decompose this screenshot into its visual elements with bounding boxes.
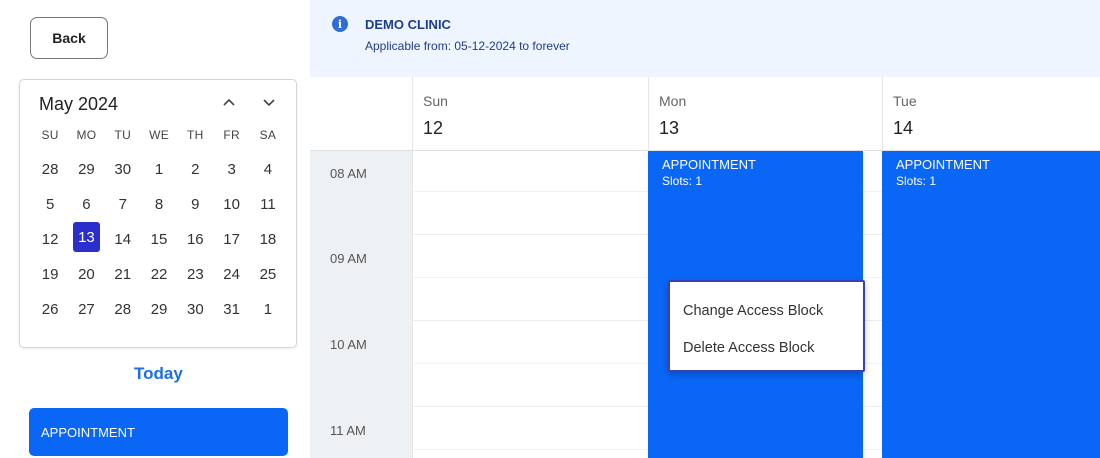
chevron-down-icon[interactable] <box>262 94 276 110</box>
calendar-day[interactable]: 28 <box>105 292 141 327</box>
time-label: 10 AM <box>330 337 367 352</box>
calendar-day[interactable]: 26 <box>32 292 68 327</box>
weekday-header: FR <box>223 128 240 142</box>
calendar-day[interactable]: 6 <box>68 187 104 222</box>
calendar-day[interactable]: 25 <box>250 257 286 292</box>
time-label: 11 AM <box>330 423 366 438</box>
day-name: Mon <box>659 93 687 109</box>
calendar-day-selected[interactable]: 13 <box>72 222 100 252</box>
calendar-day[interactable]: 15 <box>141 222 177 257</box>
calendar-day[interactable]: 29 <box>141 292 177 327</box>
calendar-week-row: 5 6 7 8 9 10 11 <box>32 187 286 222</box>
calendar-week-row: 12 13 14 15 16 17 18 <box>32 222 286 257</box>
sidebar: Back May 2024 SU MO TU WE TH FR SA 28 29 <box>0 0 310 458</box>
calendar-day[interactable]: 5 <box>32 187 68 222</box>
calendar-day[interactable]: 4 <box>250 152 286 187</box>
back-button[interactable]: Back <box>30 17 108 59</box>
day-name: Tue <box>893 93 917 109</box>
calendar-day[interactable]: 9 <box>177 187 213 222</box>
appointment-type-button[interactable]: APPOINTMENT <box>29 408 288 456</box>
calendar-day[interactable]: 30 <box>105 152 141 187</box>
appointment-block-tue[interactable]: APPOINTMENT Slots: 1 <box>882 151 1100 458</box>
today-button[interactable]: Today <box>134 364 183 384</box>
calendar-day[interactable]: 7 <box>105 187 141 222</box>
time-label: 08 AM <box>330 166 367 181</box>
calendar-week-row: 19 20 21 22 23 24 25 <box>32 257 286 292</box>
weekday-header: SA <box>259 128 277 142</box>
weekday-header: TH <box>187 128 204 142</box>
applicable-range: Applicable from: 05-12-2024 to forever <box>365 39 570 53</box>
day-header-sun[interactable]: Sun 12 <box>412 77 648 151</box>
calendar-day[interactable]: 16 <box>177 222 213 257</box>
time-column-header <box>310 77 412 151</box>
day-name: Sun <box>423 93 448 109</box>
block-title: APPOINTMENT <box>662 157 756 172</box>
calendar-weeks: 28 29 30 1 2 3 4 5 6 7 8 9 10 11 12 13 1… <box>32 152 286 327</box>
calendar-day[interactable]: 21 <box>105 257 141 292</box>
day-number: 14 <box>893 118 914 138</box>
calendar-week-row: 26 27 28 29 30 31 1 <box>32 292 286 327</box>
calendar-day[interactable]: 30 <box>177 292 213 327</box>
calendar-day[interactable]: 3 <box>213 152 249 187</box>
delete-access-block-item[interactable]: Delete Access Block <box>683 340 814 356</box>
block-slots: Slots: 1 <box>662 174 703 188</box>
scheduler-main: i DEMO CLINIC Applicable from: 05-12-202… <box>310 0 1100 458</box>
calendar-day[interactable]: 19 <box>32 257 68 292</box>
calendar-day[interactable]: 14 <box>105 222 141 257</box>
calendar-day[interactable]: 20 <box>68 257 104 292</box>
time-column <box>310 77 412 458</box>
block-title: APPOINTMENT <box>896 157 990 172</box>
info-banner: i DEMO CLINIC Applicable from: 05-12-202… <box>310 0 1100 77</box>
calendar-day[interactable]: 12 <box>32 222 68 257</box>
day-number: 12 <box>423 118 444 138</box>
info-icon: i <box>332 16 348 32</box>
day-header-tue[interactable]: Tue 14 <box>882 77 1100 151</box>
weekday-header: SU <box>41 128 59 142</box>
day-number: 13 <box>659 118 680 138</box>
calendar-day[interactable]: 17 <box>213 222 249 257</box>
weekday-header: TU <box>114 128 132 142</box>
weekday-header: WE <box>149 128 169 142</box>
calendar-day[interactable]: 31 <box>213 292 249 327</box>
calendar-day[interactable]: 28 <box>32 152 68 187</box>
calendar-day[interactable]: 18 <box>250 222 286 257</box>
calendar-day[interactable]: 27 <box>68 292 104 327</box>
mini-calendar: May 2024 SU MO TU WE TH FR SA 28 29 30 1… <box>19 79 297 348</box>
time-label: 09 AM <box>330 251 367 266</box>
calendar-day[interactable]: 2 <box>177 152 213 187</box>
weekday-header: MO <box>76 128 97 142</box>
day-header-mon[interactable]: Mon 13 <box>648 77 882 151</box>
calendar-day[interactable]: 11 <box>250 187 286 222</box>
calendar-day[interactable]: 23 <box>177 257 213 292</box>
calendar-week-row: 28 29 30 1 2 3 4 <box>32 152 286 187</box>
calendar-day[interactable]: 29 <box>68 152 104 187</box>
block-slots: Slots: 1 <box>896 174 937 188</box>
calendar-day[interactable]: 1 <box>141 152 177 187</box>
change-access-block-item[interactable]: Change Access Block <box>683 303 823 319</box>
weekday-header-row: SU MO TU WE TH FR SA <box>32 122 286 148</box>
calendar-day[interactable]: 22 <box>141 257 177 292</box>
context-menu: Change Access Block Delete Access Block <box>668 280 865 372</box>
chevron-up-icon[interactable] <box>222 94 236 110</box>
column-divider <box>412 151 413 458</box>
clinic-name: DEMO CLINIC <box>365 17 451 32</box>
calendar-day[interactable]: 10 <box>213 187 249 222</box>
calendar-day[interactable]: 8 <box>141 187 177 222</box>
calendar-day[interactable]: 1 <box>250 292 286 327</box>
calendar-day[interactable]: 24 <box>213 257 249 292</box>
calendar-month-title: May 2024 <box>39 94 119 114</box>
